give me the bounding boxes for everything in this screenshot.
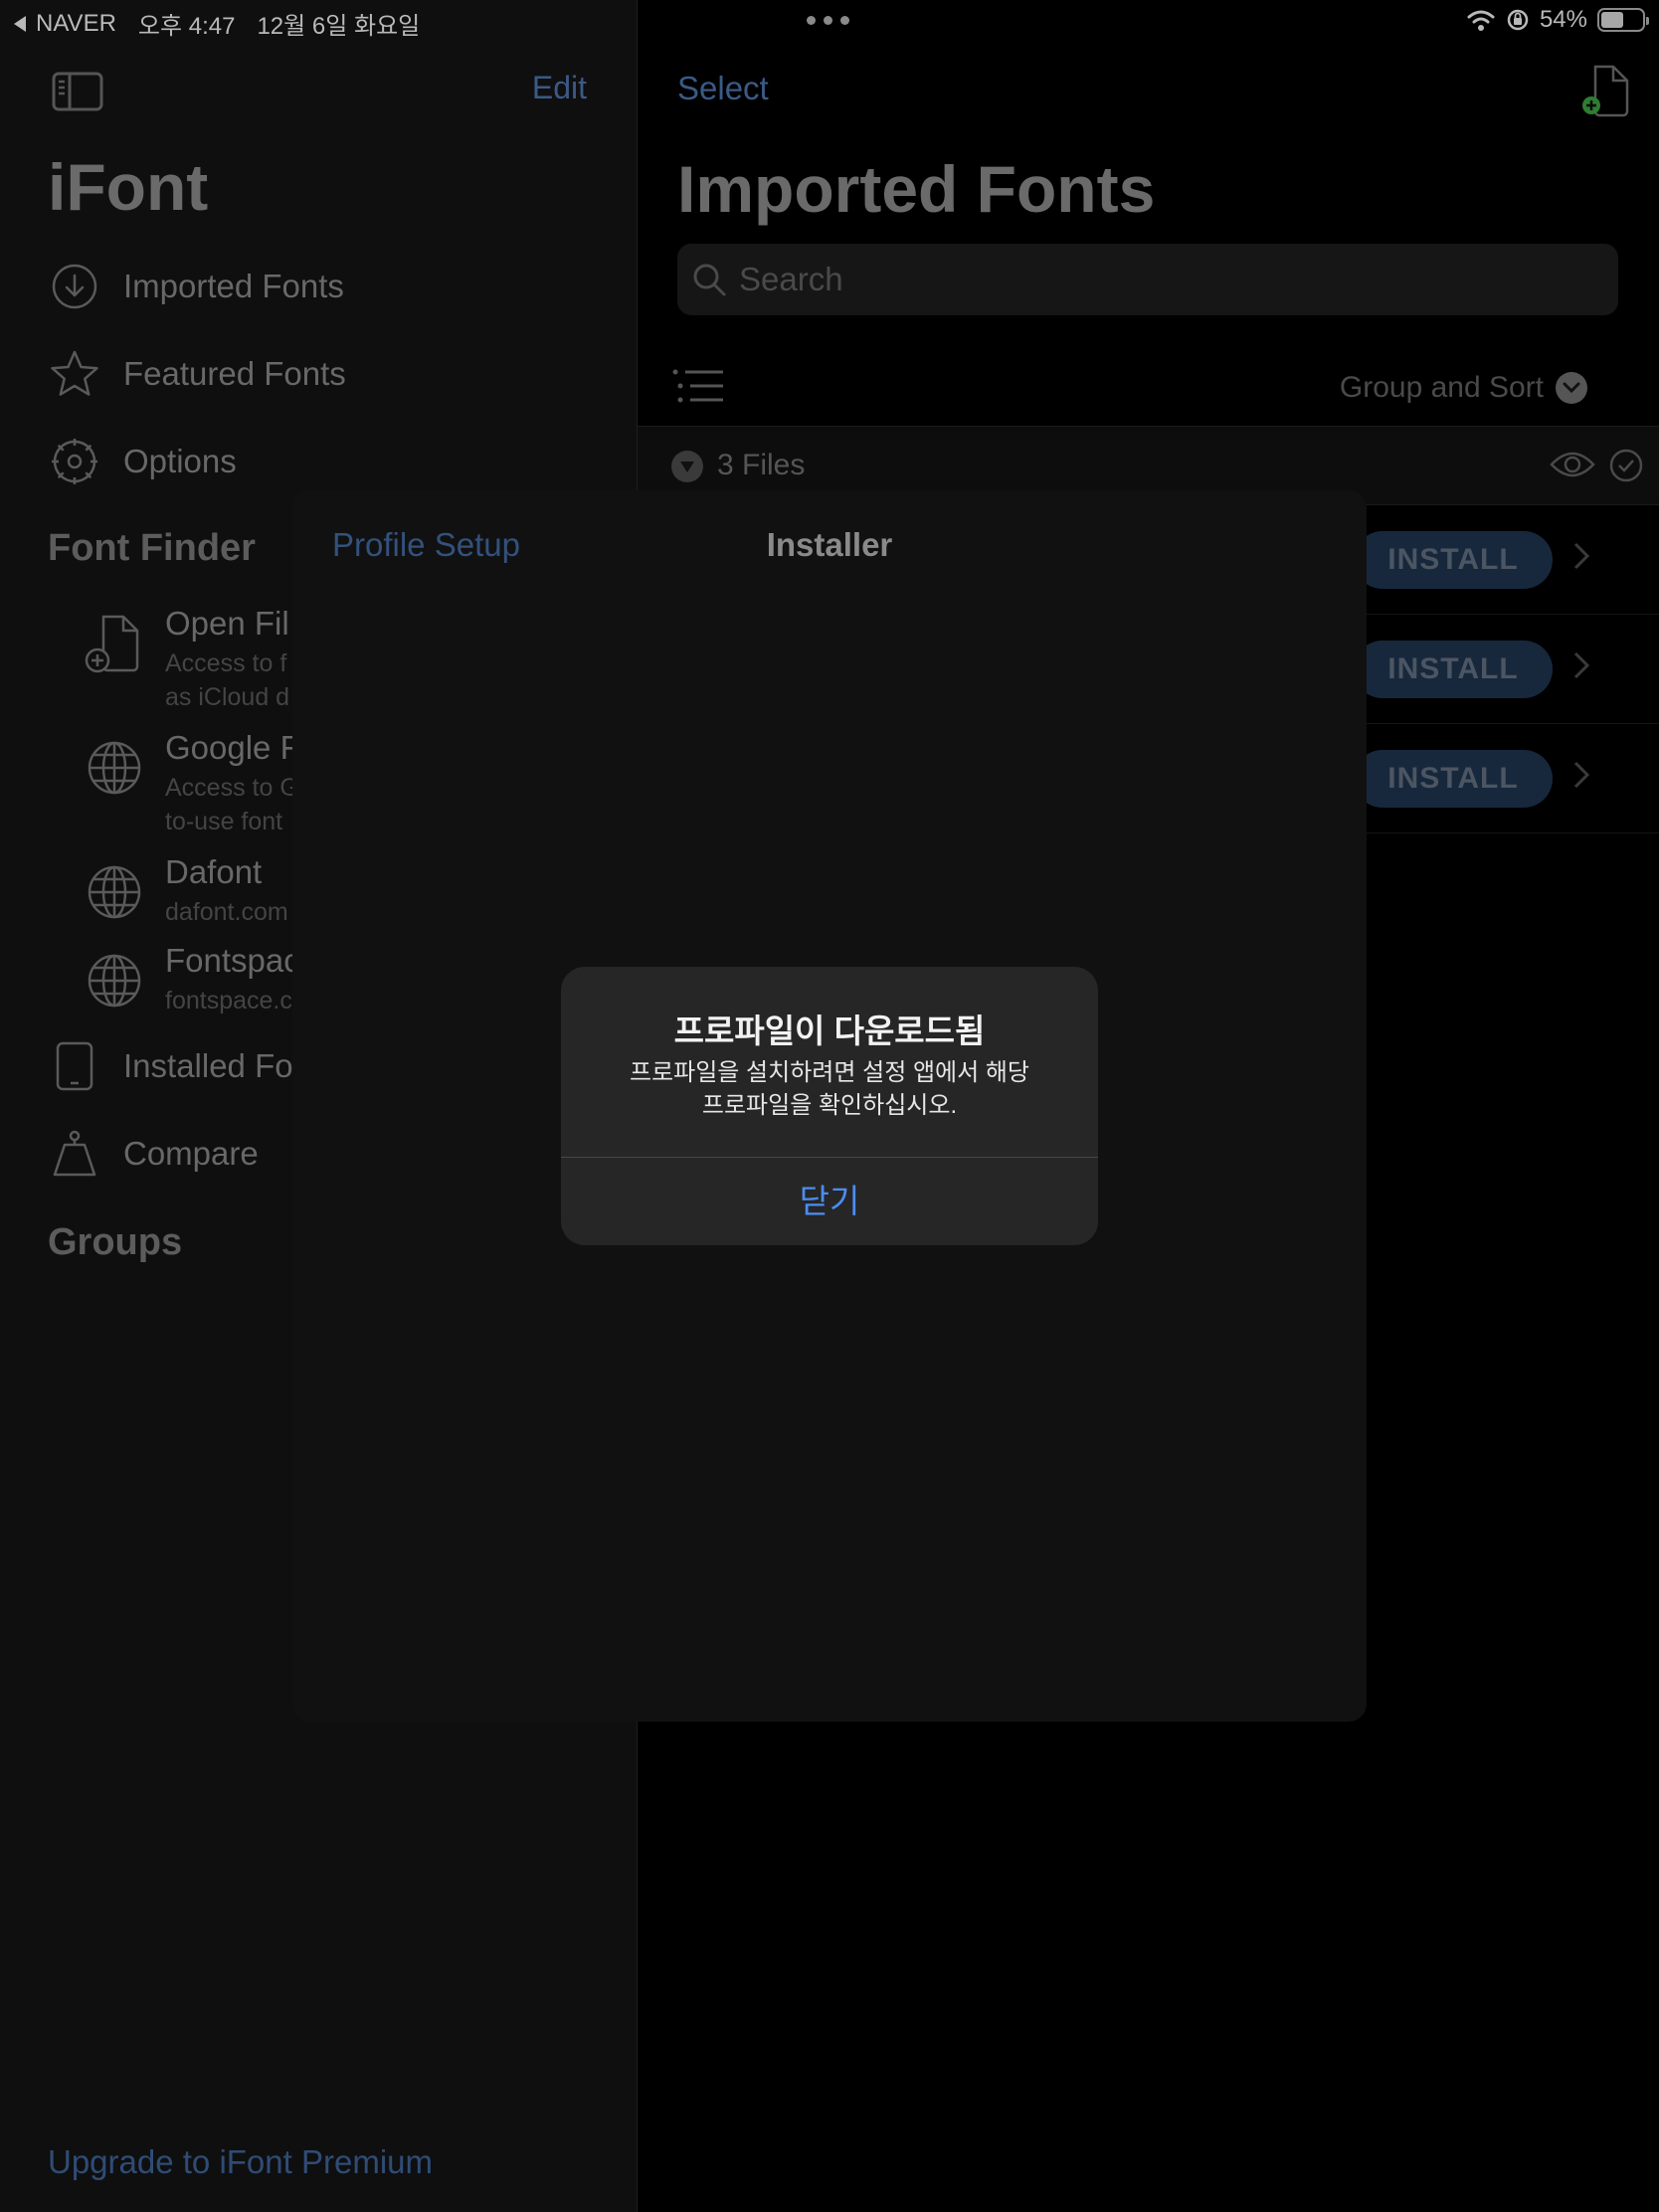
app-title: iFont xyxy=(48,150,209,224)
list-icon[interactable] xyxy=(671,368,727,404)
finder-item-subtitle: Access to f xyxy=(165,649,287,677)
orientation-lock-icon xyxy=(1507,9,1529,31)
sidebar-item-installed-fonts[interactable]: Installed Fo xyxy=(48,1036,293,1096)
font-finder-heading: Font Finder xyxy=(48,527,256,569)
download-circle-icon xyxy=(48,260,101,313)
add-file-icon xyxy=(85,615,139,673)
sidebar-item-label: Options xyxy=(123,443,237,479)
alert-message: 프로파일을 설치하려면 설정 앱에서 해당 프로파일을 확인하십시오. xyxy=(601,1056,1058,1122)
chevron-right-icon xyxy=(1573,651,1590,679)
status-bar: NAVER 오후 4:47 12월 6일 화요일 54% xyxy=(0,0,1659,40)
finder-item-subtitle: as iCloud d xyxy=(165,683,290,711)
sidebar-item-label: Imported Fonts xyxy=(123,268,344,304)
install-button[interactable]: INSTALL xyxy=(1354,641,1553,698)
group-sort-label: Group and Sort xyxy=(1339,371,1544,404)
checkmark-circle-icon[interactable] xyxy=(1609,449,1643,482)
files-count: 3 Files xyxy=(717,449,806,481)
finder-item-title: Fontspac xyxy=(165,942,300,979)
finder-item-subtitle: to-use font xyxy=(165,808,283,835)
finder-item-google-fonts[interactable]: Google F Access to G to-use font xyxy=(84,729,300,838)
install-button[interactable]: INSTALL xyxy=(1354,750,1553,808)
back-to-app[interactable]: NAVER xyxy=(12,10,116,38)
sidebar-item-label: Installed Fo xyxy=(123,1047,293,1084)
multitasking-dots[interactable] xyxy=(807,16,849,25)
back-app-label: NAVER xyxy=(36,9,116,37)
gear-icon xyxy=(48,435,101,488)
star-icon xyxy=(48,347,101,401)
chevron-right-icon xyxy=(1573,542,1590,570)
alert-title: 프로파일이 다운로드됨 xyxy=(673,1013,986,1049)
sidebar-item-compare[interactable]: Compare xyxy=(48,1124,259,1184)
sidebar-toggle-icon[interactable] xyxy=(52,72,103,111)
finder-item-fontspace[interactable]: Fontspac fontspace.c xyxy=(84,942,300,1017)
globe-icon xyxy=(88,741,141,795)
sidebar-item-options[interactable]: Options xyxy=(48,432,237,491)
search-input[interactable]: Search xyxy=(677,244,1618,315)
collapse-triangle-icon[interactable] xyxy=(671,451,703,482)
select-button[interactable]: Select xyxy=(677,70,769,107)
alert-message-line: 프로파일을 설치하려면 설정 앱에서 해당 xyxy=(629,1059,1030,1086)
alert-message-line: 프로파일을 확인하십시오. xyxy=(701,1092,958,1119)
upgrade-premium-link[interactable]: Upgrade to iFont Premium xyxy=(48,2143,433,2181)
globe-icon xyxy=(88,954,141,1008)
finder-item-dafont[interactable]: Dafont dafont.com xyxy=(84,853,288,929)
alert-dialog: 프로파일이 다운로드됨 프로파일을 설치하려면 설정 앱에서 해당 프로파일을 … xyxy=(561,967,1098,1245)
eye-icon[interactable] xyxy=(1550,447,1595,482)
edit-button[interactable]: Edit xyxy=(532,70,587,106)
battery-icon xyxy=(1597,8,1649,32)
scale-icon xyxy=(48,1127,101,1181)
finder-item-title: Google F xyxy=(165,729,300,766)
profile-setup-button[interactable]: Profile Setup xyxy=(332,526,520,564)
finder-item-title: Dafont xyxy=(165,853,263,890)
sidebar-item-label: Compare xyxy=(123,1135,259,1172)
chevron-down-icon xyxy=(1556,372,1587,404)
finder-item-subtitle: Access to G xyxy=(165,774,299,802)
search-placeholder: Search xyxy=(739,261,843,297)
page-title: Imported Fonts xyxy=(677,152,1156,226)
back-triangle-icon xyxy=(14,15,26,32)
install-button[interactable]: INSTALL xyxy=(1354,531,1553,589)
groups-heading: Groups xyxy=(48,1221,183,1263)
sidebar-item-imported-fonts[interactable]: Imported Fonts xyxy=(48,257,344,316)
sidebar-item-featured-fonts[interactable]: Featured Fonts xyxy=(48,344,346,404)
chevron-right-icon xyxy=(1573,761,1590,789)
group-and-sort-button[interactable]: Group and Sort xyxy=(1340,371,1587,405)
status-date: 12월 6일 화요일 xyxy=(257,13,421,40)
search-icon xyxy=(693,264,726,296)
finder-item-title: Open Fil xyxy=(165,605,289,642)
globe-icon xyxy=(88,865,141,919)
status-time: 오후 4:47 xyxy=(137,13,236,40)
finder-item-subtitle: dafont.com xyxy=(165,898,288,926)
sidebar-item-label: Featured Fonts xyxy=(123,355,346,392)
finder-item-open-files[interactable]: Open Fil Access to f as iCloud d xyxy=(84,605,289,714)
add-file-icon[interactable] xyxy=(1581,64,1633,119)
finder-item-subtitle: fontspace.c xyxy=(165,987,292,1014)
tablet-icon xyxy=(48,1039,101,1093)
wifi-icon xyxy=(1467,10,1495,31)
close-button[interactable]: 닫기 xyxy=(561,1158,1098,1245)
battery-percent: 54% xyxy=(1539,6,1587,33)
